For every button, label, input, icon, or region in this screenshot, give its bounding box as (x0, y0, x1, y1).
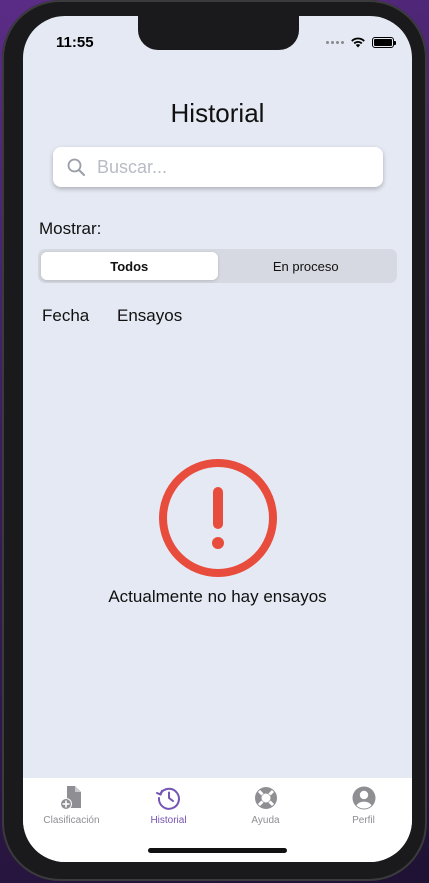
status-icons (326, 36, 396, 48)
cellular-signal-icon (326, 40, 344, 44)
search-bar[interactable] (53, 147, 383, 187)
home-indicator[interactable] (148, 848, 287, 853)
device-notch (138, 16, 299, 50)
lifebuoy-icon (254, 787, 277, 809)
filter-segmented-control[interactable]: Todos En proceso (38, 249, 397, 283)
page-title: Historial (170, 98, 265, 128)
user-circle-icon (352, 786, 375, 810)
column-header-ensayos[interactable]: Ensayos (117, 306, 182, 326)
status-bar: 11:55 (23, 16, 412, 64)
tab-label-ayuda: Ayuda (251, 815, 280, 826)
exclamation-circle-icon (159, 459, 277, 577)
tab-label-historial: Historial (150, 815, 187, 826)
segment-todos[interactable]: Todos (41, 252, 218, 280)
tab-ayuda[interactable]: Ayuda (217, 784, 314, 826)
tab-clasificacion[interactable]: Clasificación (23, 784, 120, 826)
tab-label-clasificacion: Clasificación (43, 815, 100, 826)
wifi-icon (351, 37, 365, 48)
column-header-fecha[interactable]: Fecha (42, 306, 89, 326)
phone-frame: 11:55 Historial Mostrar: (2, 0, 427, 881)
search-input[interactable] (95, 155, 359, 179)
status-time: 11:55 (56, 34, 94, 51)
empty-state-message: Actualmente no hay ensayos (108, 587, 327, 606)
battery-icon (372, 36, 396, 48)
history-icon (155, 787, 180, 810)
tab-perfil[interactable]: Perfil (315, 784, 412, 826)
document-add-icon (59, 786, 81, 810)
tab-label-perfil: Perfil (352, 815, 375, 826)
tab-historial[interactable]: Historial (120, 784, 217, 826)
segment-en-proceso[interactable]: En proceso (218, 252, 395, 280)
search-icon (67, 158, 85, 176)
app-screen: 11:55 Historial Mostrar: (23, 16, 412, 862)
filter-label: Mostrar: (39, 219, 102, 238)
